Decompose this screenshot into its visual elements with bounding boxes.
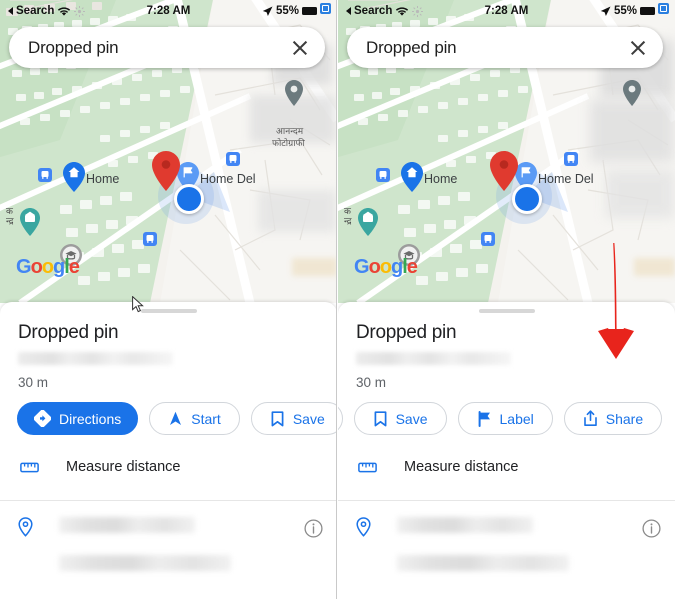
screenshot-panel-left: आनन्दम फोटोग्राफी क न्द्र Home Home Del … bbox=[0, 0, 337, 599]
home-marker[interactable] bbox=[63, 162, 85, 192]
place-address-redacted bbox=[356, 352, 511, 365]
place-distance: 30 m bbox=[18, 375, 49, 390]
status-bar-left: Search 7:28 AM 55% bbox=[0, 0, 337, 22]
place-sheet-left: Dropped pin 30 m Directions Start Save M… bbox=[0, 302, 337, 599]
navigation-arrow-icon bbox=[170, 411, 182, 425]
grey-marker[interactable] bbox=[623, 80, 641, 106]
flag-icon bbox=[478, 410, 490, 427]
status-time: 7:28 AM bbox=[146, 5, 191, 17]
map-label-home-del: Home Del bbox=[538, 172, 594, 186]
bus-stop-icon[interactable] bbox=[481, 232, 495, 246]
measure-distance-label: Measure distance bbox=[66, 459, 181, 475]
label-button[interactable]: Label bbox=[457, 402, 553, 435]
address-row[interactable] bbox=[338, 501, 675, 571]
save-label: Save bbox=[292, 410, 325, 427]
bus-stop-icon[interactable] bbox=[564, 152, 578, 166]
info-circle-icon[interactable] bbox=[304, 519, 323, 543]
close-icon[interactable] bbox=[291, 39, 309, 57]
search-input[interactable]: Dropped pin bbox=[366, 38, 457, 58]
blue-app-badge-icon bbox=[320, 2, 331, 14]
status-bar-right: Search 7:28 AM 55% bbox=[338, 0, 675, 22]
bus-stop-icon[interactable] bbox=[376, 168, 390, 182]
bookmark-icon bbox=[271, 410, 284, 426]
directions-label: Directions bbox=[59, 410, 122, 427]
save-button[interactable]: Save bbox=[250, 402, 337, 435]
place-pin-icon bbox=[356, 517, 371, 542]
address-text-redacted bbox=[397, 517, 642, 571]
sheet-drag-handle[interactable] bbox=[478, 309, 535, 313]
down-arrow-annotation bbox=[598, 243, 634, 359]
share-icon bbox=[583, 410, 597, 426]
measure-distance-label: Measure distance bbox=[404, 459, 519, 475]
save-label: Save bbox=[395, 410, 428, 427]
bus-stop-icon[interactable] bbox=[143, 232, 157, 246]
dropped-pin-marker[interactable] bbox=[490, 151, 518, 191]
dropped-pin-marker[interactable] bbox=[152, 151, 180, 191]
bank-marker[interactable] bbox=[358, 208, 378, 236]
measure-distance-row[interactable]: Measure distance bbox=[0, 444, 337, 490]
address-text-redacted bbox=[59, 517, 304, 571]
info-circle-icon[interactable] bbox=[642, 519, 661, 543]
status-time: 7:28 AM bbox=[484, 5, 529, 17]
map-label-home: Home bbox=[424, 172, 458, 186]
bookmark-icon bbox=[374, 410, 387, 426]
label-label: Label bbox=[499, 410, 534, 427]
close-icon[interactable] bbox=[629, 39, 647, 57]
address-row[interactable] bbox=[0, 501, 337, 571]
screenshot-stage: आनन्दम फोटोग्राफी क न्द्र Home Home Del … bbox=[0, 0, 675, 599]
share-label: Share bbox=[605, 410, 644, 427]
start-label: Start bbox=[191, 410, 221, 427]
ruler-icon bbox=[356, 461, 378, 474]
search-bar-left[interactable]: Dropped pin bbox=[9, 27, 325, 68]
current-location-dot[interactable] bbox=[512, 184, 542, 214]
place-address-redacted bbox=[18, 352, 173, 365]
map-label-home: Home bbox=[86, 172, 120, 186]
sheet-drag-handle[interactable] bbox=[140, 309, 197, 313]
start-button[interactable]: Start bbox=[338, 402, 343, 435]
grey-marker[interactable] bbox=[285, 80, 303, 106]
home-marker[interactable] bbox=[401, 162, 423, 192]
google-logo: Google bbox=[354, 256, 418, 278]
measure-distance-row[interactable]: Measure distance bbox=[338, 444, 675, 490]
action-chip-row-left: Directions Start Save bbox=[17, 402, 337, 435]
panel-divider bbox=[336, 0, 337, 599]
mouse-cursor-icon bbox=[132, 296, 144, 313]
directions-button[interactable]: Directions bbox=[17, 402, 139, 435]
map-label-hindi-3: क न्द्र bbox=[344, 206, 352, 226]
bus-stop-icon[interactable] bbox=[38, 168, 52, 182]
google-logo: Google bbox=[16, 256, 80, 278]
place-title: Dropped pin bbox=[18, 322, 119, 343]
map-label-home-del: Home Del bbox=[200, 172, 256, 186]
ruler-icon bbox=[18, 461, 40, 474]
current-location-dot[interactable] bbox=[174, 184, 204, 214]
bank-marker[interactable] bbox=[20, 208, 40, 236]
start-button[interactable]: Start bbox=[149, 402, 240, 435]
place-pin-icon bbox=[18, 517, 33, 542]
save-button[interactable]: Save bbox=[353, 402, 447, 435]
bus-stop-icon[interactable] bbox=[226, 152, 240, 166]
directions-icon bbox=[34, 410, 51, 427]
search-bar-right[interactable]: Dropped pin bbox=[347, 27, 663, 68]
map-label-hindi-3: क न्द्र bbox=[6, 206, 14, 226]
blue-app-badge-icon bbox=[658, 2, 669, 14]
search-input[interactable]: Dropped pin bbox=[28, 38, 119, 58]
map-label-hindi-2: फोटोग्राफी bbox=[272, 138, 305, 148]
